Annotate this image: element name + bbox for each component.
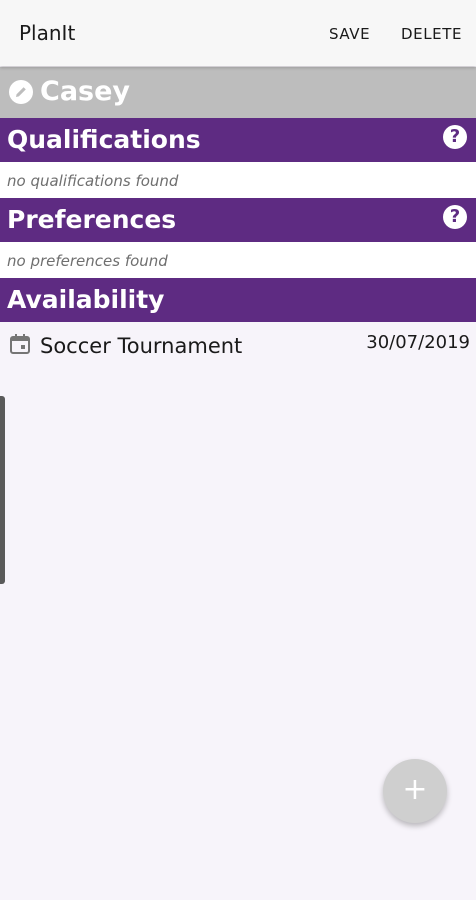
availability-title: Availability	[7, 285, 165, 314]
profile-name: Casey	[40, 76, 131, 107]
availability-header: Availability	[0, 278, 476, 322]
app-bar: PlanIt SAVE DELETE	[0, 0, 476, 66]
calendar-icon	[9, 333, 31, 359]
profile-name-bar: Casey	[0, 67, 476, 118]
add-button[interactable]: +	[383, 759, 447, 823]
qualifications-title: Qualifications	[7, 125, 201, 154]
help-icon[interactable]: ?	[443, 125, 467, 149]
preferences-empty-text: no preferences found	[7, 252, 168, 270]
availability-list-item[interactable]: Soccer Tournament 30/07/2019	[0, 324, 476, 370]
availability-item-date: 30/07/2019	[366, 332, 470, 353]
preferences-header: Preferences ?	[0, 198, 476, 242]
pencil-icon[interactable]	[9, 80, 33, 104]
delete-button[interactable]: DELETE	[401, 25, 462, 43]
help-icon[interactable]: ?	[443, 205, 467, 229]
qualifications-empty-text: no qualifications found	[7, 172, 179, 190]
qualifications-header: Qualifications ?	[0, 118, 476, 162]
app-title: PlanIt	[19, 21, 76, 45]
scroll-handle[interactable]	[0, 396, 5, 584]
preferences-title: Preferences	[7, 205, 177, 234]
availability-item-title: Soccer Tournament	[40, 334, 243, 358]
save-button[interactable]: SAVE	[329, 25, 370, 43]
